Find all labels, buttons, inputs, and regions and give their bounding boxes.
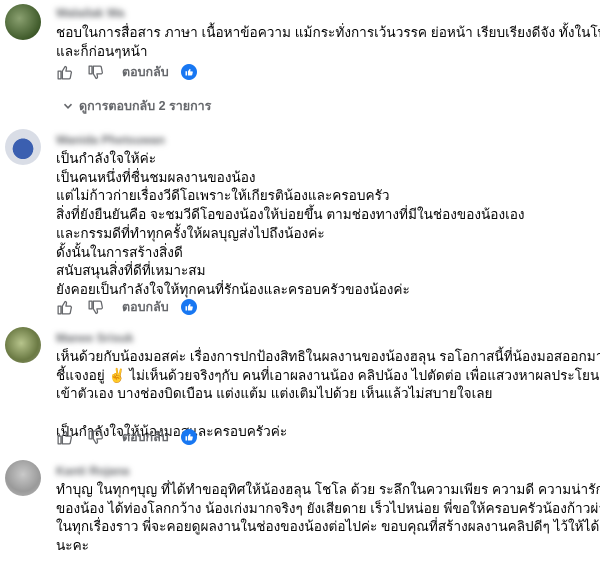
reaction-like-icon[interactable] bbox=[180, 299, 197, 315]
comment-line: ดั้งนั้นในการสร้างสิ่งดี bbox=[56, 244, 183, 260]
comment-actions: ตอบกลับ bbox=[56, 298, 197, 316]
dislike-icon[interactable] bbox=[87, 299, 104, 316]
comment-line: และกรรมดีที่ทำทุกครั้งให้ผลบุญส่งไปถึงน้… bbox=[56, 225, 325, 241]
like-icon[interactable] bbox=[56, 299, 73, 316]
comment-line: และก็ก่อนๆหน้า bbox=[56, 43, 148, 59]
avatar[interactable] bbox=[5, 460, 41, 496]
comment-actions: ตอบกลับ bbox=[56, 428, 197, 446]
comment-line: ทำบุญ ในทุกๆบุญ ที่ได้ทำขออุทิศให้น้องฮล… bbox=[56, 482, 600, 497]
comment-line: เห็นด้วยกับน้องมอสค่ะ เรื่องการปกป้องสิท… bbox=[56, 349, 600, 364]
comment-actions: ตอบกลับ bbox=[56, 63, 197, 81]
avatar[interactable] bbox=[5, 327, 41, 363]
commenter-name[interactable]: Kanti Rojana bbox=[56, 464, 191, 478]
commenter-name[interactable]: Walailak Wa bbox=[56, 6, 166, 20]
comment-line: นะคะ bbox=[56, 538, 89, 554]
comment-line: ของน้อง ได้ท่องโลกกว้าง น้องเก่งมากจริงๆ… bbox=[56, 500, 600, 516]
view-replies-button[interactable]: ดูการตอบกลับ 2 รายการ bbox=[63, 96, 211, 116]
like-icon[interactable] bbox=[56, 429, 73, 446]
avatar[interactable] bbox=[5, 4, 41, 40]
comment-text: เป็นกำลังใจให้ค่ะ เป็นคนหนึ่งที่ชื่นชมผล… bbox=[56, 150, 590, 300]
like-icon[interactable] bbox=[56, 64, 73, 81]
chevron-down-icon bbox=[63, 103, 73, 109]
comment-line: ชอบในการสื่อสาร ภาษา เนื้อหาข้อความ แม้ก… bbox=[56, 25, 600, 40]
view-replies-label: ดูการตอบกลับ 2 รายการ bbox=[79, 99, 212, 113]
reply-button[interactable]: ตอบกลับ bbox=[122, 62, 169, 82]
commenter-name[interactable]: Wanida Phetsuwan bbox=[56, 133, 256, 147]
reaction-like-icon[interactable] bbox=[180, 429, 197, 445]
comment-line bbox=[56, 404, 590, 423]
reply-button[interactable]: ตอบกลับ bbox=[122, 427, 169, 447]
dislike-icon[interactable] bbox=[87, 429, 104, 446]
reaction-like-icon[interactable] bbox=[180, 64, 197, 80]
comment-line: เป็นกำลังใจให้ค่ะ bbox=[56, 151, 156, 166]
avatar[interactable] bbox=[5, 129, 41, 165]
comment-text: ทำบุญ ในทุกๆบุญ ที่ได้ทำขออุทิศให้น้องฮล… bbox=[56, 481, 600, 556]
commenter-name[interactable]: Manee Srisuk bbox=[56, 331, 206, 345]
comment-line: เข้าตัวเอง บางช่องบิดเบือน แต่งแต้ม แต่ง… bbox=[56, 386, 493, 402]
comment-line: สิ่งที่ยังยืนยันคือ จะชมวีดีโอของน้องให้… bbox=[56, 207, 525, 223]
comment-line: เป็นคนหนึ่งที่ชื่นชมผลงานของน้อง bbox=[56, 169, 256, 185]
comment-line: แต่ไม่ก้าวก่ายเรื่องวีดีโอเพราะให้เกียรต… bbox=[56, 188, 390, 204]
comment-line: สนับสนุนสิ่งที่ดีที่เหมาะสม bbox=[56, 263, 206, 279]
comment-text: ชอบในการสื่อสาร ภาษา เนื้อหาข้อความ แม้ก… bbox=[56, 24, 600, 61]
dislike-icon[interactable] bbox=[87, 64, 104, 81]
comment-line: ในทุกเรื่องราว พี่จะคอยดูผลงานในช่องของน… bbox=[56, 519, 600, 535]
comment-line: ชี้แจงอยู่ ✌️ ไม่เห็นด้วยจริงๆกับ คนที่เ… bbox=[56, 367, 600, 383]
reply-button[interactable]: ตอบกลับ bbox=[122, 297, 169, 317]
